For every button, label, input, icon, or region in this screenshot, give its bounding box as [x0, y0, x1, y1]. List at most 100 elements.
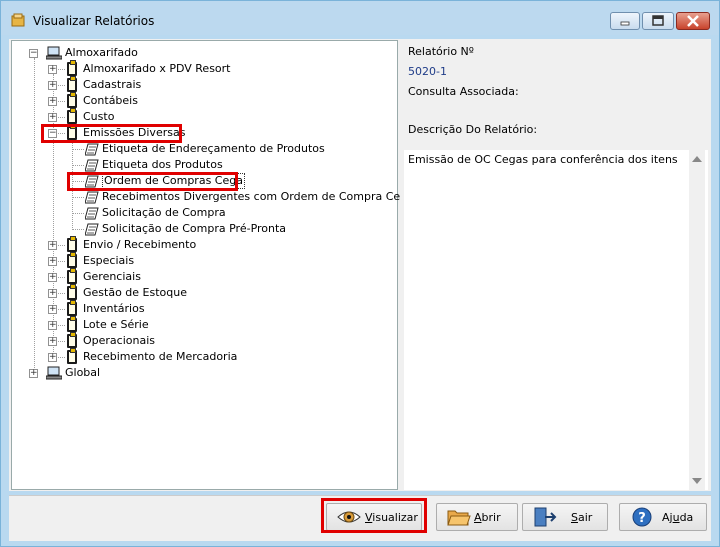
sair-label: Sair	[571, 511, 593, 524]
expand-icon[interactable]: +	[48, 289, 57, 298]
tree-folder[interactable]: + Almoxarifado x PDV Resort	[48, 60, 248, 77]
tree-folder-label: Almoxarifado x PDV Resort	[83, 62, 231, 75]
expand-icon[interactable]: +	[48, 97, 57, 106]
open-folder-icon	[447, 510, 471, 526]
tree-folder-label: Envio / Recebimento	[83, 238, 197, 251]
description-text: Emissão de OC Cegas para conferência dos…	[408, 153, 678, 166]
maximize-icon	[652, 15, 664, 26]
expand-icon[interactable]: +	[48, 113, 57, 122]
abrir-label: Abrir	[474, 511, 501, 524]
tree-folder[interactable]: + Operacionais	[48, 332, 248, 349]
collapse-icon[interactable]: −	[29, 49, 38, 58]
report-icon	[85, 159, 99, 172]
folder-icon	[67, 236, 77, 252]
expand-icon[interactable]: +	[48, 337, 57, 346]
tree-report[interactable]: Recebimentos Divergentes com Ordem de Co…	[72, 189, 414, 205]
report-number-value: 5020-1	[408, 65, 447, 78]
report-icon	[85, 207, 99, 220]
tree-report[interactable]: Solicitação de Compra	[72, 205, 392, 221]
tree-folder[interactable]: + Inventários	[48, 300, 248, 317]
report-icon	[85, 143, 99, 156]
minimize-icon	[620, 21, 630, 26]
folder-icon	[67, 348, 77, 364]
close-button[interactable]	[676, 12, 710, 30]
maximize-button[interactable]	[642, 12, 674, 30]
tree-folder[interactable]: + Recebimento de Mercadoria	[48, 348, 268, 365]
folder-icon	[67, 252, 77, 268]
folder-icon	[67, 268, 77, 284]
tree-folder-label: Contábeis	[83, 94, 138, 107]
folder-icon	[67, 108, 77, 124]
expand-icon[interactable]: +	[48, 241, 57, 250]
tree-folder-label: Especiais	[83, 254, 135, 267]
minimize-button[interactable]	[610, 12, 640, 30]
tree-report-label: Recebimentos Divergentes com Ordem de Co…	[102, 190, 414, 203]
exit-door-icon	[534, 507, 557, 527]
tree-folder-label: Lote e Série	[83, 318, 149, 331]
tree-report[interactable]: Etiqueta dos Produtos	[72, 157, 392, 173]
tree-folder[interactable]: + Gerenciais	[48, 268, 248, 285]
close-icon	[687, 15, 699, 27]
svg-text:?: ?	[638, 511, 646, 526]
scroll-down-icon[interactable]	[692, 478, 702, 484]
tree-folder-label: Operacionais	[83, 334, 156, 347]
description-textarea[interactable]: Emissão de OC Cegas para conferência dos…	[404, 150, 708, 490]
highlight-box	[321, 498, 427, 533]
expand-icon[interactable]: +	[48, 321, 57, 330]
computer-icon	[46, 366, 62, 380]
expand-icon[interactable]: +	[48, 65, 57, 74]
tree-report-label: Etiqueta dos Produtos	[102, 158, 223, 171]
tree-folder[interactable]: + Cadastrais	[48, 76, 248, 93]
tree-folder[interactable]: + Lote e Série	[48, 316, 248, 333]
sair-button[interactable]: Sair	[522, 503, 608, 531]
app-folder-icon	[11, 13, 25, 27]
tree-root-global[interactable]: + Global	[29, 365, 149, 381]
expand-icon[interactable]: +	[48, 81, 57, 90]
abrir-button[interactable]: Abrir	[436, 503, 518, 531]
computer-icon	[46, 46, 62, 60]
folder-icon	[67, 60, 77, 76]
description-scrollbar[interactable]	[689, 150, 705, 490]
tree-report-label: Etiqueta de Endereçamento de Produtos	[102, 142, 325, 155]
tree-line	[34, 58, 35, 374]
expand-icon[interactable]: +	[29, 369, 38, 378]
tree-folder[interactable]: + Gestão de Estoque	[48, 284, 248, 301]
tree-report-label: Solicitação de Compra Pré-Pronta	[102, 222, 287, 235]
ajuda-label: Ajuda	[662, 511, 694, 524]
tree-folder-label: Cadastrais	[83, 78, 142, 91]
folder-icon	[67, 300, 77, 316]
title-bar[interactable]: Visualizar Relatórios	[1, 1, 719, 35]
tree-folder-label: Gerenciais	[83, 270, 141, 283]
tree-root-label: Almoxarifado	[65, 46, 138, 59]
expand-icon[interactable]: +	[48, 257, 57, 266]
tree-folder-label: Recebimento de Mercadoria	[83, 350, 238, 363]
tree-report[interactable]: Etiqueta de Endereçamento de Produtos	[72, 141, 392, 157]
tree-folder[interactable]: + Envio / Recebimento	[48, 236, 248, 253]
tree-folder[interactable]: + Contábeis	[48, 92, 248, 109]
help-icon: ?	[632, 507, 652, 527]
report-icon	[85, 223, 99, 236]
tree-folder-label: Gestão de Estoque	[83, 286, 187, 299]
tree-folder[interactable]: + Custo	[48, 108, 248, 125]
ajuda-button[interactable]: ? Ajuda	[619, 503, 707, 531]
report-number-label: Relatório Nº	[408, 45, 474, 58]
window-title: Visualizar Relatórios	[33, 14, 155, 28]
folder-icon	[67, 332, 77, 348]
expand-icon[interactable]: +	[48, 353, 57, 362]
report-icon	[85, 191, 99, 204]
query-label: Consulta Associada:	[408, 85, 519, 98]
folder-icon	[67, 284, 77, 300]
tree-folder-label: Custo	[83, 110, 115, 123]
tree-report-label: Solicitação de Compra	[102, 206, 226, 219]
tree-report[interactable]: Solicitação de Compra Pré-Pronta	[72, 221, 392, 237]
scroll-up-icon[interactable]	[692, 156, 702, 162]
tree-folder[interactable]: + Especiais	[48, 252, 248, 269]
tree-root-label: Global	[65, 366, 101, 379]
folder-icon	[67, 76, 77, 92]
tree-root-almoxarifado[interactable]: − Almoxarifado	[29, 45, 149, 61]
folder-icon	[67, 92, 77, 108]
expand-icon[interactable]: +	[48, 273, 57, 282]
tree-folder-label: Inventários	[83, 302, 145, 315]
expand-icon[interactable]: +	[48, 305, 57, 314]
window: Visualizar Relatórios − Almoxarifado + A…	[0, 0, 720, 547]
